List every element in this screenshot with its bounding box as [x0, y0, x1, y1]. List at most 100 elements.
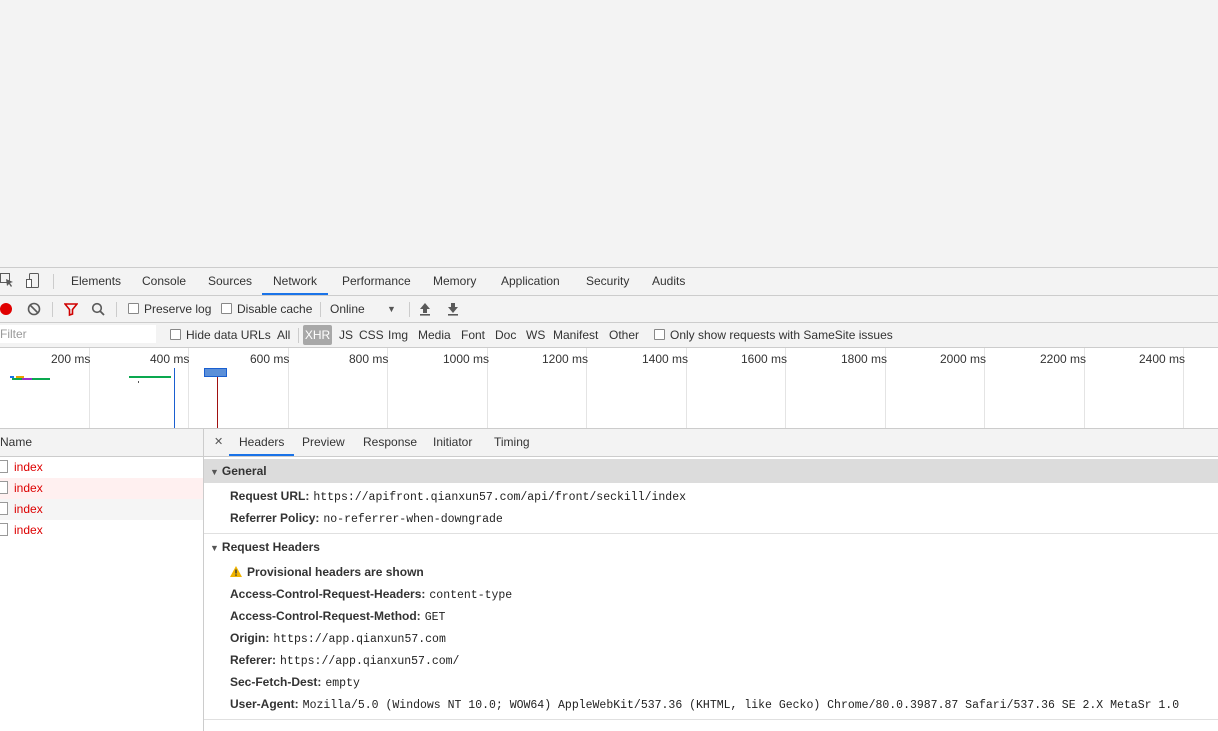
filter-icon[interactable]: [63, 296, 79, 322]
type-filter-img[interactable]: Img: [388, 323, 408, 347]
tick-label: 200 ms: [51, 352, 91, 366]
tab-application[interactable]: Application: [501, 268, 560, 295]
type-filter-css[interactable]: CSS: [359, 323, 384, 347]
tick-label: 1800 ms: [841, 352, 888, 366]
tick-label: 2200 ms: [1040, 352, 1087, 366]
type-filter-other[interactable]: Other: [609, 323, 639, 347]
header-row: Access-Control-Request-Headers: content-t…: [230, 583, 512, 605]
details-tabbar: ✕ Headers Preview Response Initiator Tim…: [204, 429, 1218, 457]
request-row[interactable]: index: [0, 520, 203, 541]
tab-audits[interactable]: Audits: [652, 268, 685, 295]
header-name: Referrer Policy:: [230, 511, 320, 525]
checkbox-box[interactable]: [170, 329, 181, 340]
header-name: Request URL:: [230, 489, 310, 503]
tick-label: 2000 ms: [940, 352, 987, 366]
load-event-line: [217, 372, 218, 428]
close-icon[interactable]: ✕: [214, 429, 223, 456]
tab-elements[interactable]: Elements: [71, 268, 121, 295]
devtools-panel: Elements Console Sources Network Perform…: [0, 267, 1218, 731]
tabbar-separator: [53, 274, 54, 289]
tab-initiator[interactable]: Initiator: [433, 429, 472, 456]
preserve-log-checkbox[interactable]: Preserve log: [128, 296, 211, 322]
type-filter-ws[interactable]: WS: [526, 323, 545, 347]
inspected-page-area: [0, 0, 1218, 267]
type-filter-media[interactable]: Media: [418, 323, 451, 347]
export-har-icon[interactable]: [447, 296, 459, 322]
clear-icon[interactable]: [27, 296, 41, 322]
request-type-icon: [0, 460, 8, 473]
tab-memory[interactable]: Memory: [433, 268, 476, 295]
tick-label: 1400 ms: [642, 352, 689, 366]
section-title: Request Headers: [221, 540, 320, 554]
tab-network[interactable]: Network: [262, 268, 329, 295]
overview-selected-request: [204, 368, 227, 377]
chevron-down-icon[interactable]: ▼: [387, 296, 396, 322]
request-name: index: [14, 460, 43, 474]
triangle-down-icon: ▼: [210, 543, 219, 553]
request-type-icon: [0, 523, 8, 536]
triangle-down-icon: ▼: [210, 467, 219, 477]
tick-label: 1000 ms: [443, 352, 490, 366]
header-row: Access-Control-Request-Method: GET: [230, 605, 445, 627]
type-filter-manifest[interactable]: Manifest: [553, 323, 598, 347]
tick-label: 1600 ms: [741, 352, 788, 366]
provisional-warning: Provisional headers are shown: [230, 561, 424, 583]
warning-icon: [230, 566, 242, 577]
tab-timing[interactable]: Timing: [494, 429, 530, 456]
section-divider: [204, 533, 1218, 534]
tick-label: 1200 ms: [542, 352, 589, 366]
requests-panel: Name index index index index: [0, 429, 204, 731]
throttling-select[interactable]: Online: [330, 296, 365, 322]
samesite-checkbox[interactable]: Only show requests with SameSite issues: [654, 323, 893, 347]
hide-data-urls-label: Hide data URLs: [186, 328, 271, 342]
header-row: Referrer Policy: no-referrer-when-downgra…: [230, 507, 503, 529]
samesite-label: Only show requests with SameSite issues: [670, 328, 893, 342]
type-filter-doc[interactable]: Doc: [495, 323, 516, 347]
type-filter-xhr[interactable]: XHR: [303, 325, 332, 345]
column-header-name[interactable]: Name: [0, 429, 203, 457]
filter-input[interactable]: [0, 325, 156, 343]
inspect-element-icon[interactable]: [0, 273, 14, 291]
checkbox-box[interactable]: [654, 329, 665, 340]
network-overview[interactable]: 200 ms 400 ms 600 ms 800 ms 1000 ms 1200…: [0, 348, 1218, 429]
devtools-tabbar: Elements Console Sources Network Perform…: [0, 268, 1218, 296]
toolbar-separator: [409, 302, 410, 317]
network-toolbar: Preserve log Disable cache Online ▼: [0, 296, 1218, 323]
search-icon[interactable]: [91, 296, 105, 322]
tab-security[interactable]: Security: [586, 268, 629, 295]
type-filter-font[interactable]: Font: [461, 323, 485, 347]
header-name: Access-Control-Request-Headers:: [230, 587, 426, 601]
request-row[interactable]: index: [0, 457, 203, 478]
dom-content-loaded-line: [174, 368, 175, 428]
import-har-icon[interactable]: [419, 296, 431, 322]
section-divider: [204, 719, 1218, 720]
type-filter-all[interactable]: All: [277, 323, 290, 347]
device-toolbar-icon[interactable]: [26, 273, 40, 293]
hide-data-urls-checkbox[interactable]: Hide data URLs: [170, 323, 271, 347]
request-name: index: [14, 523, 43, 537]
header-value: empty: [325, 677, 360, 690]
record-button[interactable]: [0, 296, 14, 322]
tab-headers[interactable]: Headers: [229, 429, 295, 456]
tab-response[interactable]: Response: [363, 429, 417, 456]
request-type-icon: [0, 481, 8, 494]
request-name: index: [14, 502, 43, 516]
overview-request-bar: [22, 378, 32, 380]
request-row[interactable]: index: [0, 478, 203, 499]
section-general[interactable]: ▼ General: [204, 459, 1218, 483]
disable-cache-checkbox[interactable]: Disable cache: [221, 296, 312, 322]
request-type-icon: [0, 502, 8, 515]
tab-sources[interactable]: Sources: [208, 268, 252, 295]
header-name: Sec-Fetch-Dest:: [230, 675, 322, 689]
type-filter-js[interactable]: JS: [339, 323, 353, 347]
checkbox-box[interactable]: [128, 303, 139, 314]
header-row: User-Agent: Mozilla/5.0 (Windows NT 10.0;…: [230, 693, 1179, 715]
checkbox-box[interactable]: [221, 303, 232, 314]
header-row: Request URL: https://apifront.qianxun57.c…: [230, 485, 686, 507]
tab-console[interactable]: Console: [142, 268, 186, 295]
section-request-headers[interactable]: ▼ Request Headers: [204, 535, 1218, 559]
tab-performance[interactable]: Performance: [342, 268, 411, 295]
tab-preview[interactable]: Preview: [302, 429, 345, 456]
request-row[interactable]: index: [0, 499, 203, 520]
tick-label: 800 ms: [349, 352, 389, 366]
